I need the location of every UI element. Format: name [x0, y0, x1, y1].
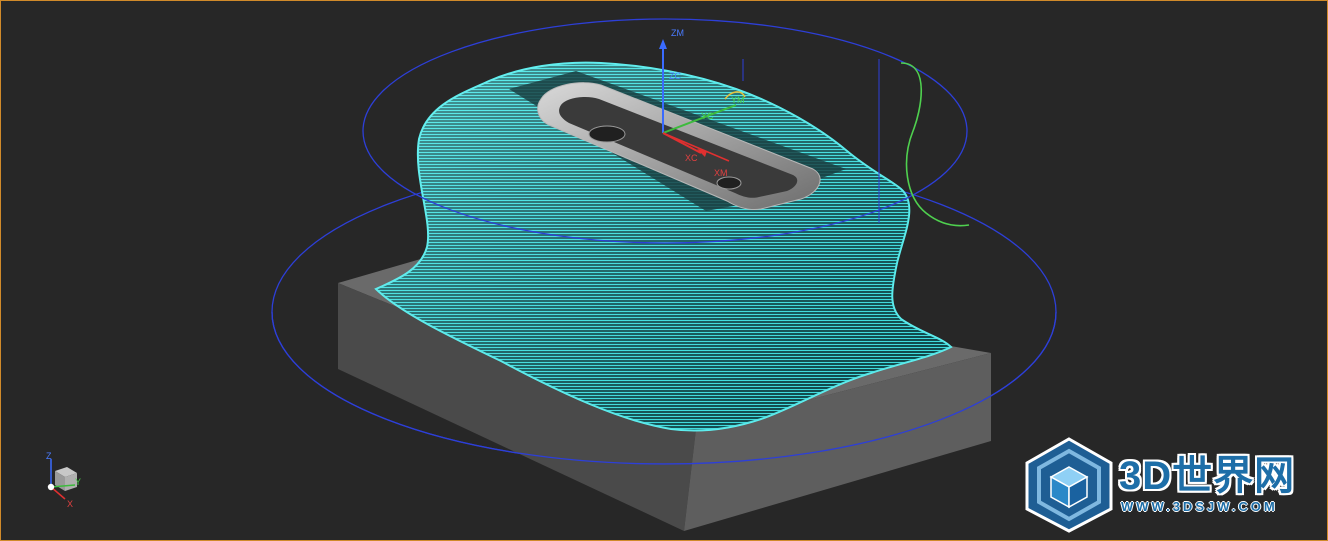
ym-label: YM: [731, 95, 745, 105]
triad-y-label: Y: [75, 477, 81, 487]
graphics-viewport[interactable]: ZM ZC YM YC XC XM Z Y X 3D世界网 WWW.3DSJW.…: [0, 0, 1328, 541]
guide-curve: [900, 62, 970, 227]
zc-label: ZC: [669, 71, 681, 81]
watermark-url: WWW.3DSJW.COM: [1121, 499, 1278, 514]
triad-z-label: Z: [46, 451, 52, 461]
view-triad[interactable]: Z Y X: [31, 447, 91, 517]
yc-label: YC: [701, 111, 714, 121]
cube-logo-icon: [1025, 437, 1113, 533]
zm-label: ZM: [671, 28, 684, 38]
triad-x-label: X: [67, 499, 73, 509]
pocket-hole-1: [588, 125, 626, 143]
watermark-title: 3D世界网: [1119, 454, 1296, 498]
watermark: 3D世界网 WWW.3DSJW.COM: [1023, 437, 1323, 533]
xm-label: XM: [714, 168, 728, 178]
xc-label: XC: [685, 153, 698, 163]
pocket-hole-2: [716, 176, 742, 190]
